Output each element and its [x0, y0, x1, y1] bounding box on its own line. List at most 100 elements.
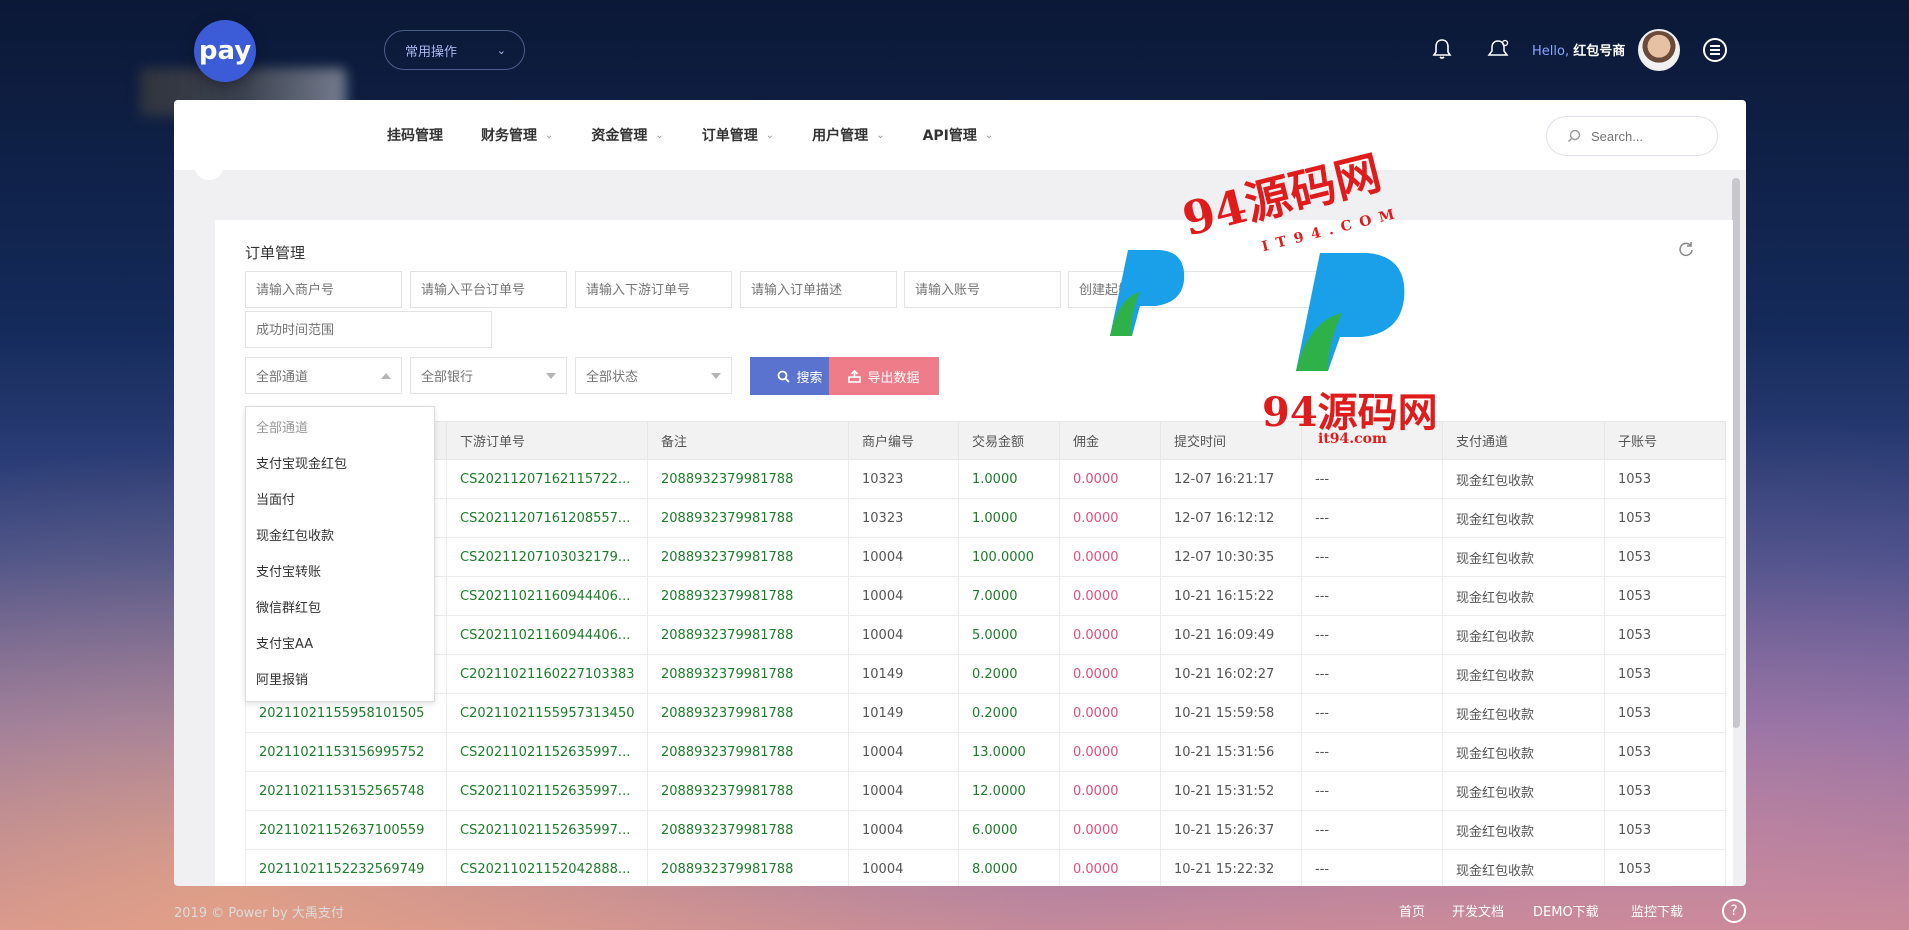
cell-downstream-order: CS20211021152635997... [446, 732, 648, 772]
dropdown-option[interactable]: 支付宝转账 [246, 555, 434, 591]
cell-sub-account: 1053 [1604, 849, 1726, 886]
dropdown-option[interactable]: 全部通道 [246, 411, 434, 447]
notification-icon[interactable] [1485, 36, 1511, 62]
watermark-p-logo-large [1296, 253, 1405, 371]
menu-icon[interactable] [1703, 38, 1727, 62]
dropdown-option[interactable]: 阿里报销 [246, 663, 434, 699]
cell-remark: 2088932379981788 [647, 771, 849, 811]
dropdown-option[interactable]: 支付宝现金红包 [246, 447, 434, 483]
cell-commission: 0.0000 [1059, 576, 1161, 616]
downstream-order-field[interactable] [575, 271, 732, 308]
table-row[interactable]: 20211021155958101505 C2021102115595731345… [245, 693, 1726, 733]
bank-select[interactable]: 全部银行 [410, 357, 567, 394]
cell-remark: 2088932379981788 [647, 498, 849, 538]
cell-channel: 现金红包收款 [1442, 537, 1605, 577]
col-sub-account[interactable]: 子账号 [1604, 421, 1726, 460]
cell-sub-account: 1053 [1604, 576, 1726, 616]
success-range-input[interactable] [256, 322, 481, 337]
cell-merchant-no: 10004 [848, 615, 959, 655]
nav-item-code[interactable]: 挂码管理 [387, 125, 443, 145]
merchant-no-field[interactable] [245, 271, 402, 308]
cell-downstream-order: CS20211021152042888... [446, 849, 648, 886]
refresh-icon[interactable] [1677, 240, 1695, 258]
col-commission[interactable]: 佣金 [1059, 421, 1161, 460]
platform-order-field[interactable] [410, 271, 567, 308]
cell-submit-time: 10-21 15:31:52 [1160, 771, 1302, 811]
dropdown-option[interactable]: 现金红包收款 [246, 519, 434, 555]
chevron-down-icon: ⌄ [765, 129, 775, 141]
col-remark[interactable]: 备注 [647, 421, 849, 460]
nav-item-orders[interactable]: 订单管理 ⌄ [702, 125, 774, 145]
cell-amount: 12.0000 [958, 771, 1060, 811]
nav-item-users[interactable]: 用户管理 ⌄ [812, 125, 884, 145]
cell-submit-time: 10-21 15:22:32 [1160, 849, 1302, 886]
cell-success-time: --- [1301, 498, 1443, 538]
downstream-order-input[interactable] [586, 282, 721, 297]
table-row[interactable]: CS20211207161208557... 2088932379981788 10… [245, 498, 1726, 538]
account-input[interactable] [915, 282, 1050, 297]
account-field[interactable] [904, 271, 1061, 308]
cell-success-time: --- [1301, 732, 1443, 772]
search-icon [778, 370, 791, 383]
table-row[interactable]: C20211021160227103383 2088932379981788 101… [245, 654, 1726, 694]
order-desc-field[interactable] [740, 271, 897, 308]
cell-downstream-order: CS20211207161208557... [446, 498, 648, 538]
quick-ops-dropdown[interactable]: 常用操作 ⌄ [384, 30, 525, 70]
footer-link-demo[interactable]: DEMO下载 [1533, 901, 1599, 920]
cell-channel: 现金红包收款 [1442, 576, 1605, 616]
cell-channel: 现金红包收款 [1442, 732, 1605, 772]
nav-item-api[interactable]: API管理 ⌄ [923, 125, 994, 145]
table-row[interactable]: CS20211207103032179... 2088932379981788 10… [245, 537, 1726, 577]
col-merchant-no[interactable]: 商户编号 [848, 421, 959, 460]
help-icon[interactable]: ? [1722, 899, 1746, 923]
table-row[interactable]: CS20211207162115722... 2088932379981788 10… [245, 459, 1726, 499]
search-input[interactable] [1591, 128, 1701, 144]
channel-select[interactable]: 全部通道 [245, 357, 402, 394]
col-downstream-order[interactable]: 下游订单号 [446, 421, 648, 460]
pay-logo[interactable]: pay [194, 20, 256, 82]
scrollbar[interactable] [1732, 178, 1740, 728]
nav-search[interactable] [1546, 116, 1718, 156]
cell-sub-account: 1053 [1604, 615, 1726, 655]
cell-sub-account: 1053 [1604, 810, 1726, 850]
cell-merchant-no: 10323 [848, 459, 959, 499]
avatar[interactable] [1638, 29, 1680, 71]
dropdown-option[interactable]: 微信群红包 [246, 591, 434, 627]
table-row[interactable]: 20211021153156995752 CS20211021152635997.… [245, 732, 1726, 772]
export-button[interactable]: 导出数据 [829, 357, 939, 395]
cell-channel: 现金红包收款 [1442, 810, 1605, 850]
user-greeting: Hello, 红包号商 [1532, 40, 1625, 59]
footer-link-docs[interactable]: 开发文档 [1452, 901, 1504, 920]
platform-order-input[interactable] [421, 282, 556, 297]
cell-commission: 0.0000 [1059, 732, 1161, 772]
cell-amount: 1.0000 [958, 498, 1060, 538]
cell-amount: 8.0000 [958, 849, 1060, 886]
merchant-no-input[interactable] [256, 282, 391, 297]
cell-commission: 0.0000 [1059, 849, 1161, 886]
col-amount[interactable]: 交易金额 [958, 421, 1060, 460]
cell-sub-account: 1053 [1604, 537, 1726, 577]
dropdown-option[interactable]: 支付宝AA [246, 627, 434, 663]
table-row[interactable]: 20211021152232569749 CS20211021152042888.… [245, 849, 1726, 886]
nav-item-funds[interactable]: 资金管理 ⌄ [591, 125, 663, 145]
cell-submit-time: 10-21 16:02:27 [1160, 654, 1302, 694]
cell-downstream-order: C20211021160227103383 [446, 654, 648, 694]
col-channel[interactable]: 支付通道 [1442, 421, 1605, 460]
order-desc-input[interactable] [751, 282, 886, 297]
footer-link-home[interactable]: 首页 [1399, 901, 1425, 920]
table-row[interactable]: CS20211021160944406... 2088932379981788 10… [245, 576, 1726, 616]
cell-channel: 现金红包收款 [1442, 615, 1605, 655]
nav-item-finance[interactable]: 财务管理 ⌄ [481, 125, 553, 145]
page-title: 订单管理 [245, 244, 306, 262]
channel-dropdown-menu: 全部通道 支付宝现金红包 当面付 现金红包收款 支付宝转账 微信群红包 支付宝A… [245, 406, 435, 702]
cell-submit-time: 12-07 16:12:12 [1160, 498, 1302, 538]
cell-downstream-order: CS20211021160944406... [446, 576, 648, 616]
table-row[interactable]: CS20211021160944406... 2088932379981788 10… [245, 615, 1726, 655]
table-row[interactable]: 20211021153152565748 CS20211021152635997.… [245, 771, 1726, 811]
status-select[interactable]: 全部状态 [575, 357, 732, 394]
success-range-field[interactable] [245, 311, 492, 348]
table-row[interactable]: 20211021152637100559 CS20211021152635997.… [245, 810, 1726, 850]
bell-icon[interactable] [1429, 36, 1455, 62]
dropdown-option[interactable]: 当面付 [246, 483, 434, 519]
footer-link-monitor[interactable]: 监控下载 [1631, 901, 1683, 920]
